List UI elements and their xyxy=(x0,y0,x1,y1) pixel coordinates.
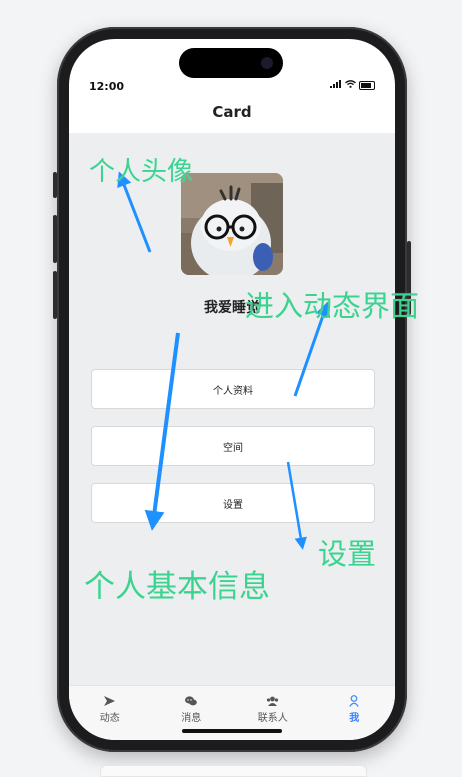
status-bar: 12:00 xyxy=(69,39,395,93)
status-time: 12:00 xyxy=(89,80,125,93)
annotation-dynamic: 进入动态界面 xyxy=(245,289,420,323)
tab-dynamic[interactable]: 动态 xyxy=(69,686,151,740)
status-icons xyxy=(330,80,375,91)
contacts-icon xyxy=(266,694,279,707)
settings-label: 设置 xyxy=(223,499,243,511)
tab-contacts-label: 联系人 xyxy=(257,713,288,724)
phone-screen: 12:00 Card 我爱睡觉 个人资料 空间 设置 动态 消息 联系人 我 xyxy=(69,39,395,740)
profile-info-button[interactable]: 个人资料 xyxy=(91,369,375,409)
avatar-image xyxy=(181,173,283,275)
settings-button[interactable]: 设置 xyxy=(91,483,375,523)
page-title: Card xyxy=(212,103,252,121)
volume-up-button xyxy=(53,215,57,263)
profile-info-label: 个人资料 xyxy=(213,385,253,397)
send-icon xyxy=(104,694,116,707)
tab-me-label: 我 xyxy=(349,713,360,724)
wifi-icon xyxy=(345,80,356,91)
battery-icon xyxy=(359,81,375,90)
annotation-avatar: 个人头像 xyxy=(89,157,194,187)
chat-icon xyxy=(185,694,198,707)
bottom-card-edge xyxy=(100,765,367,777)
person-icon xyxy=(349,694,359,707)
home-indicator xyxy=(182,729,282,733)
mute-switch xyxy=(53,172,57,198)
tab-me[interactable]: 我 xyxy=(314,686,396,740)
annotation-settings: 设置 xyxy=(318,537,377,571)
space-label: 空间 xyxy=(223,442,243,454)
phone-frame: 12:00 Card 我爱睡觉 个人资料 空间 设置 动态 消息 联系人 我 xyxy=(53,27,411,752)
annotation-basic-info: 个人基本信息 xyxy=(84,569,270,605)
tab-messages-label: 消息 xyxy=(181,713,202,724)
avatar[interactable] xyxy=(181,173,283,275)
signal-icon xyxy=(330,80,342,91)
space-button[interactable]: 空间 xyxy=(91,426,375,466)
tab-dynamic-label: 动态 xyxy=(99,713,120,724)
volume-down-button xyxy=(53,271,57,319)
